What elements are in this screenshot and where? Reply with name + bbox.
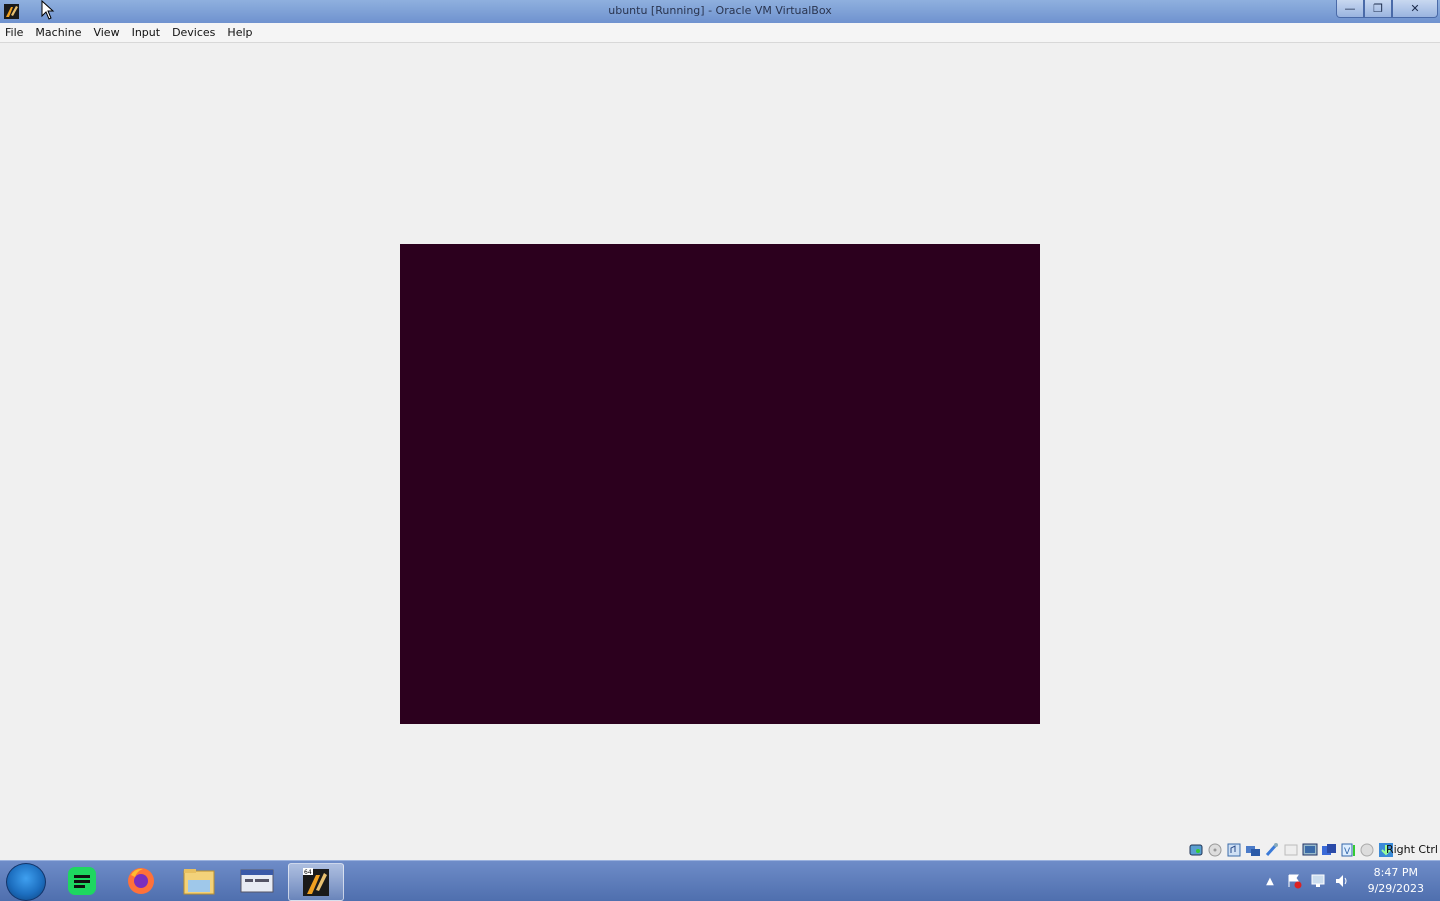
menu-view[interactable]: View — [87, 23, 125, 42]
taskbar-firefox[interactable] — [114, 863, 168, 899]
taskbar-spotify[interactable] — [55, 863, 109, 899]
start-button[interactable] — [6, 863, 46, 901]
network-icon[interactable] — [1310, 873, 1326, 889]
remote-desktop-icon — [240, 869, 274, 893]
file-explorer-icon — [183, 869, 215, 895]
vm-screen[interactable] — [400, 244, 1040, 724]
window-controls: — ❐ ✕ — [1336, 0, 1438, 18]
status-bar: V Right Ctrl — [0, 840, 1440, 860]
title-bar[interactable]: ubuntu [Running] - Oracle VM VirtualBox … — [0, 0, 1440, 23]
show-hidden-icons-icon[interactable]: ▲ — [1262, 873, 1278, 889]
menu-machine[interactable]: Machine — [29, 23, 87, 42]
maximize-icon: ❐ — [1373, 2, 1383, 15]
close-button[interactable]: ✕ — [1392, 0, 1438, 18]
network-icon[interactable] — [1245, 842, 1261, 858]
svg-text:V: V — [1344, 847, 1351, 857]
display-icon[interactable] — [1302, 842, 1318, 858]
audio-icon[interactable] — [1226, 842, 1242, 858]
status-icons: V — [1188, 842, 1394, 858]
volume-icon[interactable] — [1334, 873, 1350, 889]
clock[interactable]: 8:47 PM 9/29/2023 — [1368, 865, 1424, 897]
system-tray: ▲ — [1262, 873, 1350, 889]
taskbar-remote-desktop[interactable] — [230, 863, 284, 899]
spotify-icon — [68, 867, 96, 895]
menu-file[interactable]: File — [0, 23, 29, 42]
firefox-icon — [128, 868, 154, 894]
video-capture-icon[interactable] — [1321, 842, 1337, 858]
clock-time: 8:47 PM — [1373, 866, 1418, 879]
virtualization-icon[interactable]: V — [1340, 842, 1356, 858]
hard-disk-icon[interactable] — [1188, 842, 1204, 858]
menu-devices[interactable]: Devices — [166, 23, 221, 42]
menu-bar: File Machine View Input Devices Help — [0, 23, 1440, 43]
minimize-button[interactable]: — — [1336, 0, 1364, 18]
taskbar-file-explorer[interactable] — [172, 863, 226, 899]
mouse-cursor-icon — [41, 0, 55, 20]
maximize-button[interactable]: ❐ — [1364, 0, 1392, 18]
clock-date: 9/29/2023 — [1367, 882, 1424, 895]
virtualbox-icon: 64 — [303, 868, 329, 896]
menu-input[interactable]: Input — [126, 23, 166, 42]
action-center-icon[interactable] — [1286, 873, 1302, 889]
close-icon: ✕ — [1410, 2, 1420, 15]
window-title: ubuntu [Running] - Oracle VM VirtualBox — [608, 4, 832, 17]
shared-folders-icon[interactable] — [1283, 842, 1299, 858]
svg-text:64: 64 — [304, 869, 312, 876]
taskbar: 64 ▲ 8:47 PM 9/29/2023 — [0, 860, 1440, 901]
usb-icon[interactable] — [1264, 842, 1280, 858]
vm-display-area[interactable] — [0, 43, 1440, 840]
cpu-icon[interactable] — [1359, 842, 1375, 858]
optical-drive-icon[interactable] — [1207, 842, 1223, 858]
taskbar-virtualbox[interactable]: 64 — [288, 863, 344, 901]
minimize-icon: — — [1344, 2, 1356, 15]
host-key-label: Right Ctrl — [1385, 843, 1438, 856]
menu-help[interactable]: Help — [221, 23, 258, 42]
